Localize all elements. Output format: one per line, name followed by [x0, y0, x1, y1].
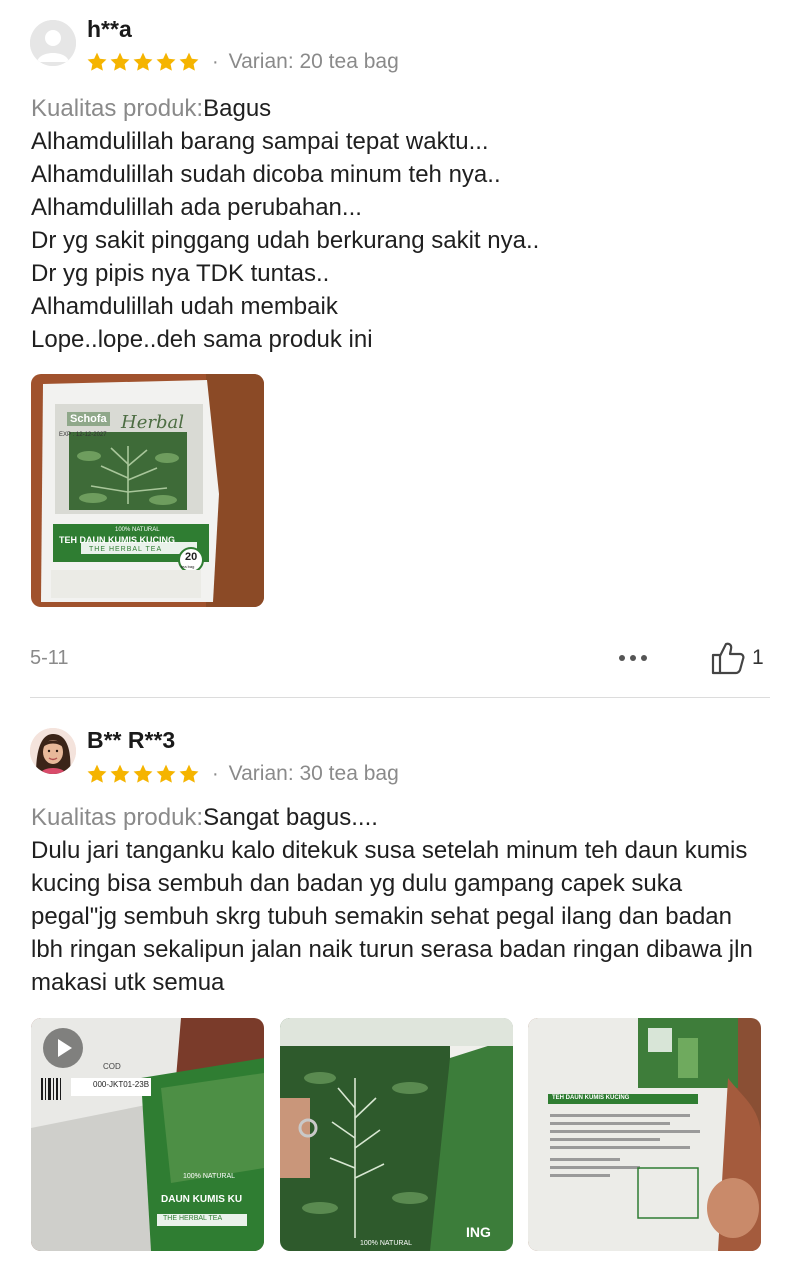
review-line: Alhamdulillah sudah dicoba minum teh nya… [31, 161, 501, 188]
quality-value: Sangat bagus.... [203, 804, 378, 831]
photo-product-text: TEH DAUN KUMIS KUCING [59, 535, 175, 545]
star-icon [87, 764, 107, 783]
like-count: 1 [752, 646, 764, 669]
play-video-icon[interactable] [41, 1026, 85, 1070]
photo-count-unit: tea bag [181, 564, 195, 569]
quality-label: Kualitas produk: [31, 95, 204, 122]
variant-label: Varian: 30 tea bag [228, 762, 399, 785]
review-line: Alhamdulillah barang sampai tepat waktu.… [31, 128, 489, 155]
photo-natural-text: 100% NATURAL [360, 1240, 413, 1247]
photo-count-text: 20 [185, 551, 198, 563]
rating-row: · Varian: 20 tea bag [86, 48, 399, 76]
photo-brand-text: Schofa [67, 412, 110, 426]
star-icon [110, 764, 130, 783]
star-rating [86, 763, 200, 785]
quality-line: Kualitas produk:Sangat bagus.... [31, 801, 770, 834]
review-photo[interactable]: TEH DAUN KUMIS KUCING [528, 1018, 761, 1251]
star-icon [87, 52, 107, 71]
star-icon [156, 764, 176, 783]
separator-dot: · [212, 50, 219, 73]
photo-product-text: DAUN KUMIS KU [161, 1194, 243, 1205]
photo-product-text: ING [466, 1224, 491, 1240]
star-icon [110, 52, 130, 71]
photo-label-text: COD [103, 1062, 121, 1071]
review-line: Lope..lope..deh sama produk ini [31, 326, 373, 353]
photo-label-text: 000-JKT01-23B [93, 1080, 150, 1089]
default-avatar-icon [30, 20, 76, 66]
star-icon [179, 52, 199, 71]
review-line: Alhamdulillah udah membaik [31, 293, 338, 320]
review-line: Alhamdulillah ada perubahan... [31, 194, 362, 221]
review-text: Kualitas produk:Sangat bagus.... Dulu ja… [31, 801, 770, 999]
more-options-icon[interactable] [616, 646, 650, 670]
photo-subtitle-text: THE HERBAL TEA [89, 546, 163, 553]
product-photo-image [528, 1018, 761, 1251]
product-photo-image [280, 1018, 513, 1251]
review-text: Kualitas produk:Bagus Alhamdulillah bara… [31, 92, 770, 356]
star-icon [133, 52, 153, 71]
review-video-thumbnail[interactable]: COD 000-JKT01-23B 100% NATURAL DAUN KUMI… [31, 1018, 264, 1251]
photo-subtitle-text: THE HERBAL TEA [163, 1215, 223, 1222]
thumbs-up-icon [711, 642, 745, 675]
quality-value: Bagus [203, 95, 272, 122]
reviewer-name: B** R**3 [87, 727, 176, 753]
user-avatar-image [30, 728, 76, 774]
photo-script-text: Herbal [121, 412, 184, 433]
star-icon [156, 52, 176, 71]
quality-label: Kualitas produk: [31, 804, 204, 831]
review-photo[interactable]: 100% NATURAL ING [280, 1018, 513, 1251]
avatar[interactable] [30, 20, 76, 66]
star-rating [86, 51, 200, 73]
review-paragraph: Dulu jari tanganku kalo ditekuk susa set… [31, 837, 753, 996]
photo-header-text: TEH DAUN KUMIS KUCING [552, 1095, 630, 1101]
photo-natural-text: 100% NATURAL [115, 527, 160, 533]
photo-natural-text: 100% NATURAL [183, 1173, 236, 1180]
photo-exp-text: EXP : 12-12-2027 [59, 432, 107, 438]
review-divider [30, 697, 770, 698]
product-photo-image [31, 374, 264, 607]
review-line: Dr yg pipis nya TDK tuntas.. [31, 260, 330, 287]
quality-line: Kualitas produk:Bagus [31, 92, 770, 125]
star-icon [179, 764, 199, 783]
review-line: Dr yg sakit pinggang udah berkurang saki… [31, 227, 540, 254]
like-button[interactable]: 1 [710, 638, 764, 678]
avatar[interactable] [30, 728, 76, 774]
reviewer-name: h**a [87, 16, 132, 42]
variant-label: Varian: 20 tea bag [228, 50, 399, 73]
review-photo[interactable]: Schofa Herbal EXP : 12-12-2027 100% NATU… [31, 374, 264, 607]
star-icon [133, 764, 153, 783]
review-date: 5-11 [30, 647, 69, 669]
separator-dot: · [212, 762, 219, 785]
rating-row: · Varian: 30 tea bag [86, 760, 399, 788]
